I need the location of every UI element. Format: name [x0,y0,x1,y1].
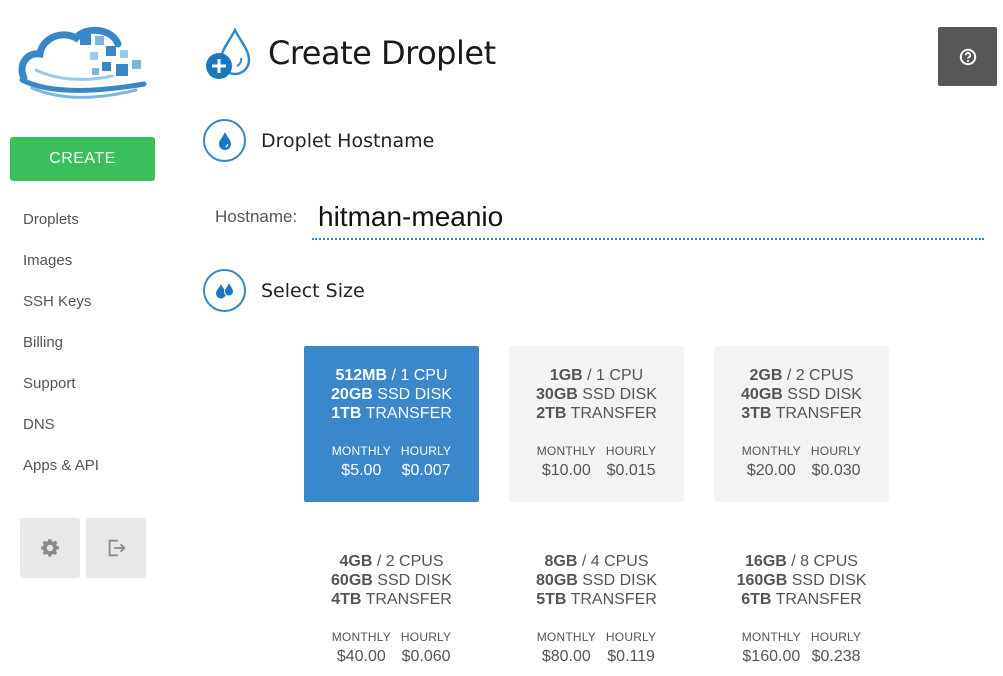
price-row: MONTHLY $160.00 HOURLY $0.238 [714,630,889,668]
sidebar-actions [20,518,146,578]
monthly-price: MONTHLY $40.00 [331,630,391,665]
sidebar-item-ssh-keys[interactable]: SSH Keys [23,290,99,331]
size-ram: 512MB / 1 CPU [335,367,448,384]
droplet-add-icon [206,28,251,79]
sidebar-item-droplets[interactable]: Droplets [23,208,99,249]
size-transfer: 6TB TRANSFER [741,591,862,608]
gear-icon [41,539,59,557]
hourly-price: HOURLY $0.007 [400,444,452,479]
logout-icon [108,539,126,557]
size-section-title: Select Size [261,279,365,302]
sidebar-item-support[interactable]: Support [23,372,99,413]
price-row: MONTHLY $20.00 HOURLY $0.030 [714,444,889,482]
sidebar-item-apps-api[interactable]: Apps & API [23,454,99,495]
monthly-price: MONTHLY $5.00 [331,444,391,479]
hourly-price: HOURLY $0.015 [605,444,657,479]
size-disk: 60GB SSD DISK [331,572,452,589]
sidebar-item-billing[interactable]: Billing [23,331,99,372]
sidebar-item-images[interactable]: Images [23,249,99,290]
size-disk: 30GB SSD DISK [536,386,657,403]
size-transfer: 3TB TRANSFER [741,405,862,422]
size-card-4gb[interactable]: 4GB / 2 CPUS 60GB SSD DISK 4TB TRANSFER … [304,532,479,676]
price-row: MONTHLY $80.00 HOURLY $0.119 [509,630,684,668]
hostname-input[interactable] [312,196,984,240]
size-transfer: 1TB TRANSFER [331,405,452,422]
create-button[interactable]: CREATE [10,137,155,181]
size-disk: 80GB SSD DISK [536,572,657,589]
hostname-section-title: Droplet Hostname [261,129,435,152]
size-specs: 1GB / 1 CPU 30GB SSD DISK 2TB TRANSFER [509,346,684,442]
sidebar-item-dns[interactable]: DNS [23,413,99,454]
hourly-price: HOURLY $0.030 [810,444,862,479]
logo-icon[interactable] [16,22,148,102]
logout-button[interactable] [86,518,146,578]
monthly-price: MONTHLY $80.00 [536,630,596,665]
size-card-512mb[interactable]: 512MB / 1 CPU 20GB SSD DISK 1TB TRANSFER… [304,346,479,502]
size-card-16gb[interactable]: 16GB / 8 CPUS 160GB SSD DISK 6TB TRANSFE… [714,532,889,676]
droplet-icon [218,131,231,150]
price-row: MONTHLY $10.00 HOURLY $0.015 [509,444,684,482]
size-transfer: 4TB TRANSFER [331,591,452,608]
size-card-1gb[interactable]: 1GB / 1 CPU 30GB SSD DISK 2TB TRANSFER M… [509,346,684,502]
monthly-price: MONTHLY $20.00 [741,444,801,479]
section-icon-circle [203,269,246,312]
monthly-price: MONTHLY $10.00 [536,444,596,479]
price-row: MONTHLY $40.00 HOURLY $0.060 [304,630,479,668]
section-icon-circle [203,119,246,162]
hourly-price: HOURLY $0.119 [605,630,657,665]
hostname-label: Hostname: [215,207,298,226]
size-section-header: Select Size [203,269,365,312]
size-specs: 2GB / 2 CPUS 40GB SSD DISK 3TB TRANSFER [714,346,889,442]
size-disk: 40GB SSD DISK [741,386,862,403]
droplets-icon [215,280,234,298]
size-card-2gb[interactable]: 2GB / 2 CPUS 40GB SSD DISK 3TB TRANSFER … [714,346,889,502]
size-ram: 4GB / 2 CPUS [339,553,444,570]
price-row: MONTHLY $5.00 HOURLY $0.007 [304,444,479,482]
size-transfer: 2TB TRANSFER [536,405,657,422]
size-card-8gb[interactable]: 8GB / 4 CPUS 80GB SSD DISK 5TB TRANSFER … [509,532,684,676]
help-icon [959,48,976,65]
size-specs: 16GB / 8 CPUS 160GB SSD DISK 6TB TRANSFE… [714,532,889,628]
page-title: Create Droplet [268,34,496,72]
sidebar-nav: Droplets Images SSH Keys Billing Support… [23,208,99,495]
help-button[interactable] [938,27,997,86]
monthly-price: MONTHLY $160.00 [741,630,801,665]
size-specs: 512MB / 1 CPU 20GB SSD DISK 1TB TRANSFER [304,346,479,442]
size-disk: 20GB SSD DISK [331,386,452,403]
size-specs: 4GB / 2 CPUS 60GB SSD DISK 4TB TRANSFER [304,532,479,628]
size-ram: 16GB / 8 CPUS [745,553,858,570]
hourly-price: HOURLY $0.060 [400,630,452,665]
size-disk: 160GB SSD DISK [736,572,867,589]
sidebar: CREATE Droplets Images SSH Keys Billing … [0,0,170,676]
size-ram: 8GB / 4 CPUS [544,553,649,570]
size-ram: 2GB / 2 CPUS [749,367,854,384]
size-transfer: 5TB TRANSFER [536,591,657,608]
size-ram: 1GB / 1 CPU [549,367,644,384]
hostname-section-header: Droplet Hostname [203,119,434,162]
size-specs: 8GB / 4 CPUS 80GB SSD DISK 5TB TRANSFER [509,532,684,628]
settings-button[interactable] [20,518,80,578]
hourly-price: HOURLY $0.238 [810,630,862,665]
